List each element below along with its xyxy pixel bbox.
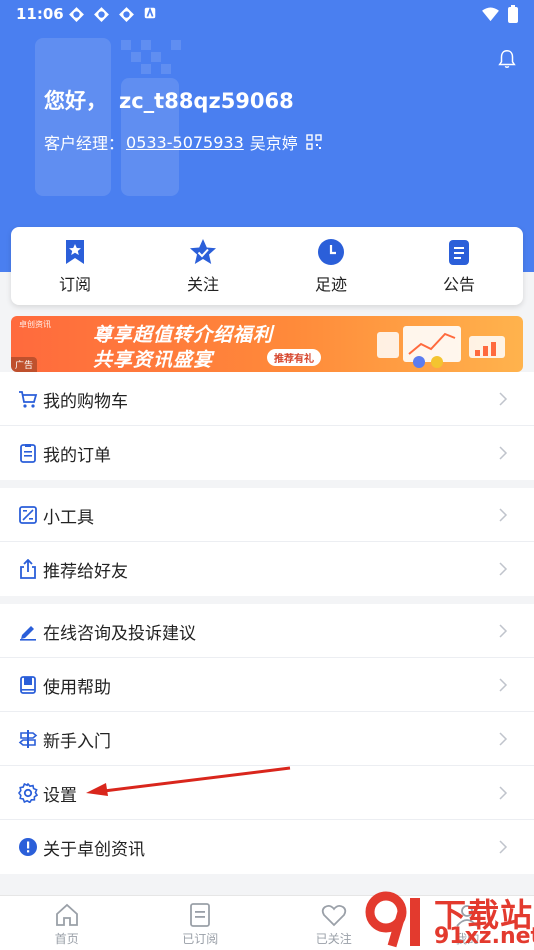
- home-icon: [55, 903, 78, 926]
- wifi-icon: [482, 6, 499, 21]
- watermark: 下载站 91xz.net: [362, 888, 534, 950]
- ad-tag: 推荐有礼: [267, 349, 321, 366]
- tab-history[interactable]: 足迹: [267, 227, 395, 305]
- ad-subheadline: 共享资讯盛宴: [93, 349, 214, 371]
- notification-icon: [118, 6, 135, 23]
- ad-brand: 卓创资讯: [19, 320, 51, 329]
- tab-notice[interactable]: 公告: [395, 227, 523, 305]
- menu-item-recommend[interactable]: 推荐给好友: [0, 542, 534, 596]
- heart-icon: [321, 904, 346, 927]
- gear-icon: [18, 783, 38, 803]
- menu-label: 关于卓创资讯: [43, 840, 145, 860]
- menu-item-consult[interactable]: 在线咨询及投诉建议: [0, 604, 534, 658]
- menu-item-help[interactable]: 使用帮助: [0, 658, 534, 712]
- notice-icon: [449, 240, 469, 265]
- nav-label: 首页: [54, 932, 79, 946]
- nav-home[interactable]: 首页: [0, 896, 134, 950]
- pen-icon: [20, 626, 36, 641]
- header-decoration: [121, 40, 131, 50]
- bookmark-star-icon: [66, 240, 84, 264]
- nav-subscribed[interactable]: 已订阅: [134, 896, 268, 950]
- order-icon: [20, 444, 36, 463]
- app-screen: 11:06 您好， zc_t88qz59068 客户经理： 0533-507593…: [0, 0, 534, 950]
- menu-item-about[interactable]: 关于卓创资讯: [0, 820, 534, 874]
- chevron-right-icon: [499, 562, 508, 576]
- status-right-icons: [481, 5, 518, 23]
- tab-label: 公告: [442, 275, 475, 294]
- menu-label: 设置: [43, 786, 77, 806]
- tool-icon: [19, 506, 37, 524]
- chevron-right-icon: [499, 678, 508, 692]
- menu-item-tools[interactable]: 小工具: [0, 488, 534, 542]
- chevron-right-icon: [499, 840, 508, 854]
- ad-label: 广告: [11, 357, 38, 372]
- chevron-right-icon: [499, 624, 508, 638]
- status-bar: 11:06: [0, 0, 534, 28]
- menu-item-settings[interactable]: 设置: [0, 766, 534, 820]
- account-manager: 客户经理： 0533-5075933 吴京婷: [44, 130, 322, 154]
- notification-icon: [93, 6, 110, 23]
- nav-label: 已订阅: [182, 932, 219, 946]
- chevron-right-icon: [499, 392, 508, 406]
- chevron-right-icon: [499, 732, 508, 746]
- info-icon: [19, 838, 37, 856]
- header-decoration: [35, 38, 111, 196]
- notification-icon: [68, 6, 85, 23]
- menu-label: 推荐给好友: [43, 562, 128, 582]
- tab-subscribe[interactable]: 订阅: [11, 227, 139, 305]
- menu-label: 使用帮助: [43, 678, 111, 698]
- tab-follow[interactable]: 关注: [139, 227, 267, 305]
- watermark-logo: [365, 891, 420, 948]
- menu-label: 我的订单: [43, 446, 111, 466]
- battery-icon: [508, 5, 518, 23]
- menu-item-cart[interactable]: 我的购物车: [0, 372, 534, 426]
- ad-headline: 尊享超值转介绍福利: [93, 324, 274, 346]
- bell-icon[interactable]: [496, 48, 518, 70]
- greeting: 您好， zc_t88qz59068: [44, 85, 294, 115]
- menu-label: 新手入门: [43, 732, 111, 752]
- ad-illustration: [377, 326, 505, 368]
- ad-banner[interactable]: 卓创资讯 尊享超值转介绍福利 共享资讯盛宴 推荐有礼 广告: [11, 316, 523, 372]
- chevron-right-icon: [499, 786, 508, 800]
- menu-label: 我的购物车: [43, 392, 128, 412]
- subscribed-icon: [190, 903, 211, 927]
- manager-label: 客户经理：: [44, 134, 125, 153]
- header-decoration: [151, 52, 161, 62]
- share-icon: [20, 559, 36, 579]
- star-check-icon: [190, 239, 216, 264]
- signpost-icon: [18, 730, 38, 748]
- header-decoration: [131, 52, 141, 62]
- menu-group-tools: 小工具 推荐给好友: [0, 488, 534, 596]
- notification-icon: [143, 6, 160, 23]
- menu-item-orders[interactable]: 我的订单: [0, 426, 534, 480]
- book-icon: [20, 676, 36, 694]
- greeting-text: 您好，: [44, 89, 107, 113]
- menu-item-beginner[interactable]: 新手入门: [0, 712, 534, 766]
- clock-icon: [318, 239, 344, 265]
- qr-code-icon[interactable]: [306, 134, 322, 150]
- tab-label: 足迹: [314, 275, 347, 294]
- username: zc_t88qz59068: [119, 89, 294, 113]
- quick-access-card: 订阅 关注 足迹 公告: [11, 227, 523, 305]
- nav-label: 已关注: [315, 932, 352, 946]
- tab-label: 关注: [186, 275, 219, 294]
- menu-group-shopping: 我的购物车 我的订单: [0, 372, 534, 480]
- menu-group-support: 在线咨询及投诉建议 使用帮助 新手入门 设置 关于卓创资讯: [0, 604, 534, 874]
- menu-label: 在线咨询及投诉建议: [43, 624, 196, 644]
- watermark-url: 91xz.net: [434, 924, 534, 949]
- status-time: 11:06: [16, 5, 64, 23]
- header-decoration: [141, 40, 151, 50]
- chevron-right-icon: [499, 508, 508, 522]
- chevron-right-icon: [499, 446, 508, 460]
- manager-phone-link[interactable]: 0533-5075933: [126, 133, 244, 152]
- manager-name: 吴京婷: [249, 134, 298, 153]
- header-decoration: [171, 40, 181, 50]
- tab-label: 订阅: [58, 275, 91, 294]
- menu-label: 小工具: [43, 508, 94, 528]
- header-decoration: [161, 64, 171, 74]
- header-decoration: [141, 64, 151, 74]
- status-notification-icons: [68, 6, 160, 23]
- cart-icon: [19, 391, 38, 408]
